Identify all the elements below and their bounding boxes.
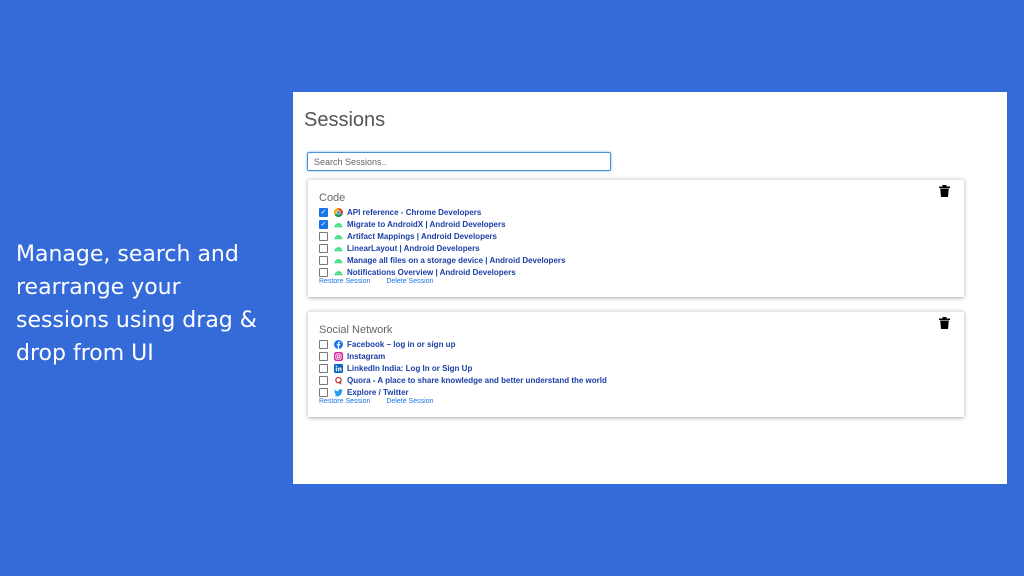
tab-link[interactable]: Migrate to AndroidX | Android Developers bbox=[347, 220, 506, 229]
tab-link[interactable]: Artifact Mappings | Android Developers bbox=[347, 232, 497, 241]
tab-checkbox[interactable] bbox=[319, 243, 328, 253]
sessions-panel: Sessions Code API reference - Chrome Dev… bbox=[293, 92, 1007, 484]
tab-link[interactable]: Notifications Overview | Android Develop… bbox=[347, 268, 516, 277]
tab-link[interactable]: Manage all files on a storage device | A… bbox=[347, 256, 565, 265]
session-actions: Restore Session Delete Session bbox=[319, 398, 433, 405]
tab-checkbox[interactable] bbox=[319, 219, 328, 229]
tab-item[interactable]: Artifact Mappings | Android Developers bbox=[319, 230, 565, 242]
tab-item[interactable]: LinearLayout | Android Developers bbox=[319, 242, 565, 254]
session-title: Code bbox=[319, 192, 346, 204]
android-icon bbox=[334, 234, 343, 239]
tab-checkbox[interactable] bbox=[319, 387, 328, 397]
restore-session-link[interactable]: Restore Session bbox=[319, 278, 370, 285]
android-icon bbox=[334, 246, 343, 251]
tab-item[interactable]: Facebook – log in or sign up bbox=[319, 338, 607, 350]
android-icon bbox=[334, 258, 343, 263]
tab-item[interactable]: LinkedIn India: Log In or Sign Up bbox=[319, 362, 607, 374]
tab-link[interactable]: LinkedIn India: Log In or Sign Up bbox=[347, 364, 472, 373]
tab-list: API reference - Chrome Developers Migrat… bbox=[319, 206, 565, 278]
tab-checkbox[interactable] bbox=[319, 363, 328, 373]
tab-link[interactable]: Explore / Twitter bbox=[347, 388, 409, 397]
search-input[interactable] bbox=[307, 152, 611, 171]
trash-icon[interactable] bbox=[939, 317, 950, 329]
tab-link[interactable]: API reference - Chrome Developers bbox=[347, 208, 481, 217]
tab-item[interactable]: Explore / Twitter bbox=[319, 386, 607, 398]
tab-item[interactable]: Manage all files on a storage device | A… bbox=[319, 254, 565, 266]
tab-checkbox[interactable] bbox=[319, 339, 328, 349]
tab-link[interactable]: Quora - A place to share knowledge and b… bbox=[347, 376, 607, 385]
facebook-icon bbox=[334, 339, 343, 349]
restore-session-link[interactable]: Restore Session bbox=[319, 398, 370, 405]
tab-item[interactable]: Quora - A place to share knowledge and b… bbox=[319, 374, 607, 386]
tab-checkbox[interactable] bbox=[319, 375, 328, 385]
chrome-icon bbox=[334, 207, 343, 217]
tab-link[interactable]: Instagram bbox=[347, 352, 385, 361]
tab-item[interactable]: Migrate to AndroidX | Android Developers bbox=[319, 218, 565, 230]
session-card-code[interactable]: Code API reference - Chrome Developers bbox=[308, 179, 964, 297]
page-title: Sessions bbox=[304, 109, 386, 131]
linkedin-icon bbox=[334, 363, 343, 373]
tab-list: Facebook – log in or sign up Instagram L… bbox=[319, 338, 607, 398]
twitter-icon bbox=[334, 388, 343, 396]
tab-checkbox[interactable] bbox=[319, 255, 328, 265]
android-icon bbox=[334, 270, 343, 275]
quora-icon bbox=[334, 375, 343, 385]
tab-link[interactable]: LinearLayout | Android Developers bbox=[347, 244, 480, 253]
tab-link[interactable]: Facebook – log in or sign up bbox=[347, 340, 455, 349]
tab-checkbox[interactable] bbox=[319, 207, 328, 217]
delete-session-link[interactable]: Delete Session bbox=[386, 398, 433, 405]
session-card-social-network[interactable]: Social Network Facebook – log in or sign… bbox=[308, 311, 964, 417]
tab-item[interactable]: Notifications Overview | Android Develop… bbox=[319, 266, 565, 278]
instagram-icon bbox=[334, 351, 343, 361]
session-actions: Restore Session Delete Session bbox=[319, 278, 433, 285]
tab-checkbox[interactable] bbox=[319, 351, 328, 361]
trash-icon[interactable] bbox=[939, 185, 950, 197]
tab-item[interactable]: Instagram bbox=[319, 350, 607, 362]
tab-checkbox[interactable] bbox=[319, 267, 328, 277]
delete-session-link[interactable]: Delete Session bbox=[386, 278, 433, 285]
android-icon bbox=[334, 222, 343, 227]
session-title: Social Network bbox=[319, 324, 393, 336]
tab-checkbox[interactable] bbox=[319, 231, 328, 241]
tab-item[interactable]: API reference - Chrome Developers bbox=[319, 206, 565, 218]
promo-text: Manage, search and rearrange your sessio… bbox=[16, 242, 257, 366]
